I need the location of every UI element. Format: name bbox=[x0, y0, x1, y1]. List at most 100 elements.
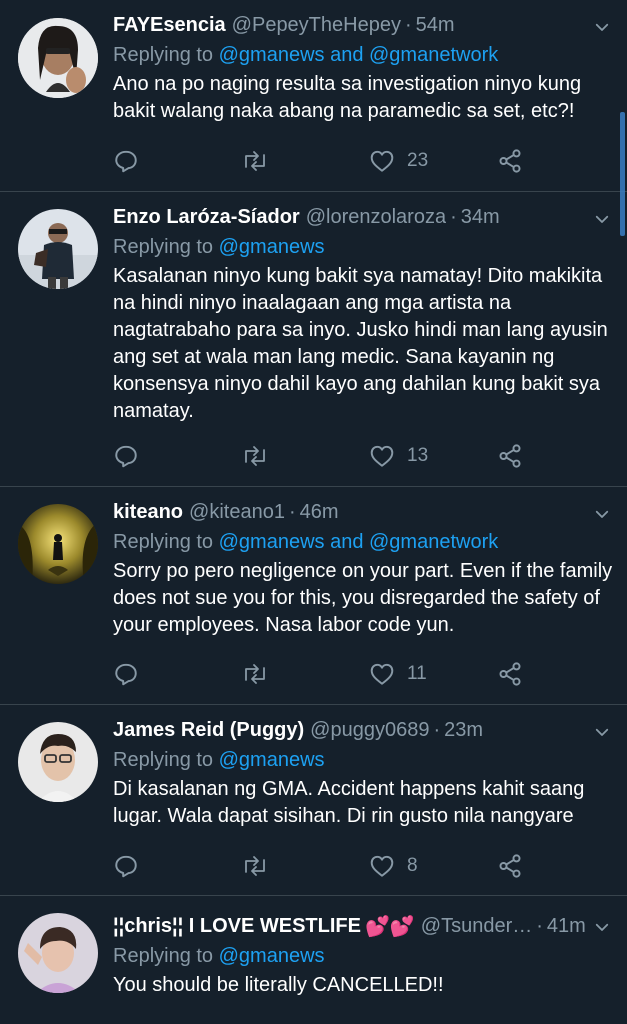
mention-link[interactable]: @gmanews bbox=[219, 945, 325, 967]
tweet-text: Ano na po naging resulta sa investigatio… bbox=[113, 73, 582, 122]
like-count: 11 bbox=[407, 663, 427, 684]
reply-icon bbox=[113, 148, 139, 174]
tweet-header: James Reid (Puggy) @puggy0689 · 23m bbox=[113, 715, 613, 745]
retweet-icon bbox=[241, 853, 269, 879]
user-handle[interactable]: @kiteano1 bbox=[189, 501, 285, 524]
display-name[interactable]: FAYEsencia bbox=[113, 14, 226, 37]
avatar[interactable] bbox=[18, 18, 98, 98]
like-button[interactable]: 23 bbox=[369, 149, 428, 173]
retweet-button[interactable] bbox=[241, 443, 269, 469]
user-handle[interactable]: @Tsunder… bbox=[421, 915, 532, 938]
tweet[interactable]: James Reid (Puggy) @puggy0689 · 23m Repl… bbox=[0, 705, 627, 896]
retweet-icon bbox=[241, 148, 269, 174]
chevron-down-icon[interactable] bbox=[589, 719, 615, 745]
like-count: 8 bbox=[407, 855, 418, 876]
tweet[interactable]: kiteano @kiteano1 · 46m Replying to @gma… bbox=[0, 487, 627, 705]
reply-icon bbox=[113, 853, 139, 879]
retweet-button[interactable] bbox=[241, 148, 269, 174]
tweet-header: kiteano @kiteano1 · 46m bbox=[113, 497, 613, 527]
chevron-down-icon[interactable] bbox=[589, 14, 615, 40]
reply-icon bbox=[113, 661, 139, 687]
separator-dot: · bbox=[536, 914, 543, 937]
replying-to: Replying to @gmanews bbox=[113, 232, 613, 262]
timestamp[interactable]: 34m bbox=[461, 206, 500, 229]
tweet-text: Sorry po pero negligence on your part. E… bbox=[113, 560, 613, 636]
share-icon bbox=[497, 853, 523, 879]
tweet-actions: 8 bbox=[113, 849, 533, 883]
timestamp[interactable]: 54m bbox=[416, 14, 455, 37]
mention-link[interactable]: @gmanews and @gmanetwork bbox=[219, 531, 499, 553]
display-name[interactable]: Enzo Laróza-Síador bbox=[113, 206, 300, 229]
tweet-header: Enzo Laróza-Síador @lorenzolaroza · 34m bbox=[113, 202, 613, 232]
chevron-down-icon[interactable] bbox=[589, 501, 615, 527]
share-button[interactable] bbox=[497, 853, 523, 879]
retweet-icon bbox=[241, 443, 269, 469]
share-button[interactable] bbox=[497, 661, 523, 687]
like-button[interactable]: 8 bbox=[369, 854, 418, 878]
share-icon bbox=[497, 661, 523, 687]
replying-to: Replying to @gmanews and @gmanetwork bbox=[113, 40, 613, 70]
tweet[interactable]: ¦¦chris¦¦ I LOVE WESTLIFE 💕💕 @Tsunder… ·… bbox=[0, 896, 627, 1024]
share-button[interactable] bbox=[497, 443, 523, 469]
heart-icon bbox=[369, 854, 395, 878]
tweet-text: Kasalanan ninyo kung bakit sya namatay! … bbox=[113, 265, 608, 422]
display-name[interactable]: kiteano bbox=[113, 501, 183, 524]
replying-to-label: Replying to bbox=[113, 44, 214, 66]
retweet-icon bbox=[241, 661, 269, 687]
tweet-actions: 13 bbox=[113, 439, 533, 473]
replying-to: Replying to @gmanews bbox=[113, 745, 613, 775]
tweet-header: ¦¦chris¦¦ I LOVE WESTLIFE 💕💕 @Tsunder… ·… bbox=[113, 911, 613, 941]
like-count: 13 bbox=[407, 445, 429, 466]
reply-button[interactable] bbox=[113, 148, 139, 174]
mention-link[interactable]: @gmanews and @gmanetwork bbox=[219, 44, 499, 66]
like-count: 23 bbox=[407, 150, 429, 171]
reply-button[interactable] bbox=[113, 853, 139, 879]
tweet-header: FAYEsencia @PepeyTheHepey · 54m bbox=[113, 10, 613, 40]
separator-dot: · bbox=[404, 13, 412, 36]
separator-dot: · bbox=[450, 205, 457, 228]
avatar[interactable] bbox=[18, 722, 98, 802]
timestamp[interactable]: 46m bbox=[300, 501, 339, 524]
retweet-button[interactable] bbox=[241, 853, 269, 879]
replying-to: Replying to @gmanews bbox=[113, 941, 613, 971]
tweet[interactable]: Enzo Laróza-Síador @lorenzolaroza · 34m … bbox=[0, 192, 627, 487]
tweet-text: You should be literally CANCELLED!! bbox=[113, 974, 444, 996]
tweet-actions: 11 bbox=[113, 657, 533, 691]
display-name[interactable]: ¦¦chris¦¦ I LOVE WESTLIFE bbox=[113, 915, 361, 938]
replying-to-label: Replying to bbox=[113, 749, 214, 771]
avatar[interactable] bbox=[18, 913, 98, 993]
retweet-button[interactable] bbox=[241, 661, 269, 687]
heart-icon bbox=[369, 444, 395, 468]
replying-to: Replying to @gmanews and @gmanetwork bbox=[113, 527, 613, 557]
avatar[interactable] bbox=[18, 504, 98, 584]
reply-button[interactable] bbox=[113, 443, 139, 469]
like-button[interactable]: 11 bbox=[369, 662, 427, 686]
avatar[interactable] bbox=[18, 209, 98, 289]
timeline: FAYEsencia @PepeyTheHepey · 54m Replying… bbox=[0, 0, 627, 1024]
replying-to-label: Replying to bbox=[113, 531, 214, 553]
heart-icon bbox=[369, 149, 395, 173]
separator-dot: · bbox=[288, 500, 296, 523]
hearts-emoji: 💕💕 bbox=[364, 915, 415, 938]
heart-icon bbox=[369, 662, 395, 686]
user-handle[interactable]: @PepeyTheHepey bbox=[232, 14, 401, 37]
scrollbar-thumb[interactable] bbox=[620, 112, 625, 236]
share-icon bbox=[497, 148, 523, 174]
mention-link[interactable]: @gmanews bbox=[219, 236, 325, 258]
chevron-down-icon[interactable] bbox=[589, 206, 615, 232]
reply-icon bbox=[113, 443, 139, 469]
timestamp[interactable]: 23m bbox=[444, 719, 483, 742]
tweet[interactable]: FAYEsencia @PepeyTheHepey · 54m Replying… bbox=[0, 0, 627, 192]
reply-button[interactable] bbox=[113, 661, 139, 687]
user-handle[interactable]: @lorenzolaroza bbox=[306, 206, 446, 229]
like-button[interactable]: 13 bbox=[369, 444, 428, 468]
separator-dot: · bbox=[433, 718, 441, 741]
display-name[interactable]: James Reid (Puggy) bbox=[113, 719, 304, 742]
user-handle[interactable]: @puggy0689 bbox=[310, 719, 429, 742]
share-button[interactable] bbox=[497, 148, 523, 174]
chevron-down-icon[interactable] bbox=[589, 914, 615, 940]
mention-link[interactable]: @gmanews bbox=[219, 749, 325, 771]
replying-to-label: Replying to bbox=[113, 945, 214, 967]
share-icon bbox=[497, 443, 523, 469]
timestamp[interactable]: 41m bbox=[547, 915, 586, 938]
